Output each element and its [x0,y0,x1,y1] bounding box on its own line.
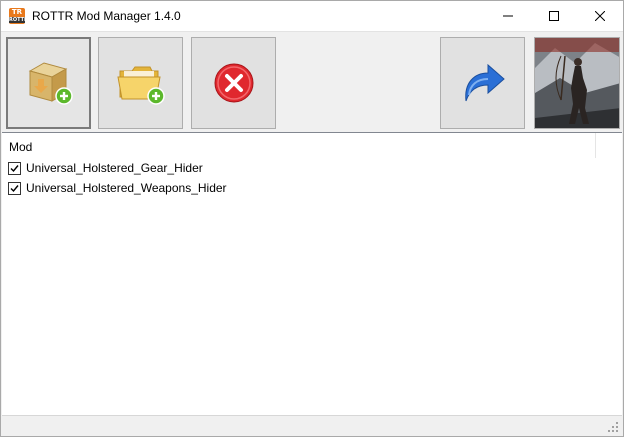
app-icon: TR ROTTR [9,8,28,24]
resize-grip-icon[interactable] [607,421,619,433]
mod-checkbox[interactable] [8,161,21,175]
list-header: Mod [2,133,622,158]
game-cover-art [535,38,619,128]
remove-icon [214,63,253,103]
minimize-button[interactable] [485,1,531,31]
close-icon [595,11,605,21]
list-item[interactable]: Universal_Holstered_Gear_Hider [8,158,308,178]
mod-name: Universal_Holstered_Weapons_Hider [26,181,227,195]
launch-game-icon [464,63,505,102]
maximize-button[interactable] [531,1,577,31]
status-bar [2,415,622,436]
maximize-icon [549,11,559,21]
app-icon-text: TR [11,8,23,16]
mod-checkbox[interactable] [8,181,21,195]
add-folder-icon [116,66,165,105]
launch-game-button[interactable] [440,37,525,129]
list-item[interactable]: Universal_Holstered_Weapons_Hider [8,178,308,198]
mod-list[interactable]: Mod Universal_Holstered_Gear_Hider Unive… [2,132,622,415]
checkmark-icon [10,164,19,172]
close-button[interactable] [577,1,623,31]
game-cover-image [534,37,620,129]
app-window: TR ROTTR ROTTR Mod Manager 1.4.0 Mod Uni… [0,0,624,437]
mod-name: Universal_Holstered_Gear_Hider [26,161,203,175]
window-title: ROTTR Mod Manager 1.4.0 [32,9,181,23]
add-archive-icon [28,62,73,105]
add-archive-button[interactable] [6,37,91,129]
app-icon-subtext: ROTTR [9,17,28,23]
title-bar[interactable]: TR ROTTR ROTTR Mod Manager 1.4.0 [1,1,623,31]
column-divider[interactable] [595,133,596,158]
checkmark-icon [10,184,19,192]
add-folder-button[interactable] [98,37,183,129]
column-header-mod[interactable]: Mod [9,140,32,154]
toolbar [1,31,623,133]
remove-button[interactable] [191,37,276,129]
minimize-icon [503,15,513,17]
